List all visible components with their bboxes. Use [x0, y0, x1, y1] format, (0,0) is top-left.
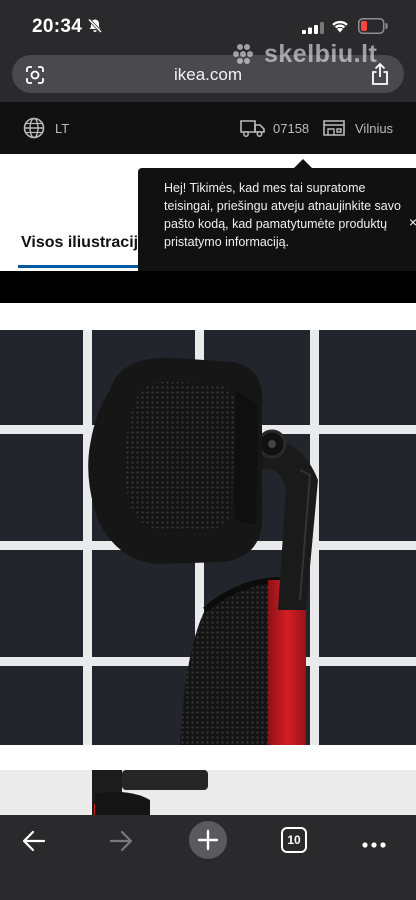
browser-toolbar: 10 [0, 815, 416, 900]
postal-code-tooltip: Hej! Tikimės, kad mes tai supratome teis… [138, 159, 416, 282]
new-tab-plus-icon[interactable] [188, 820, 228, 865]
watermark: skelbiu.lt [230, 40, 377, 69]
globe-icon[interactable] [23, 117, 45, 144]
tooltip-message: Hej! Tikimės, kad mes tai supratome teis… [164, 181, 401, 249]
image-top-margin [0, 303, 416, 330]
back-arrow-icon[interactable] [20, 827, 48, 860]
bell-slash-icon [87, 18, 103, 39]
wifi-icon [330, 18, 350, 38]
forward-arrow-icon [107, 827, 135, 860]
ikea-top-bar: LT 07158 Vilnius [0, 102, 416, 154]
postal-code[interactable]: 07158 [273, 121, 309, 136]
clock: 20:34 [32, 16, 83, 37]
tab-all-illustrations[interactable]: Visos iliustracijo [21, 234, 148, 252]
close-icon[interactable]: × [409, 214, 416, 230]
tabs-icon[interactable]: 10 [281, 827, 307, 853]
truck-icon[interactable] [240, 119, 266, 142]
more-icon[interactable] [361, 836, 387, 854]
store-icon[interactable] [322, 119, 346, 142]
language-selector[interactable]: LT [55, 121, 69, 136]
store-name[interactable]: Vilnius [355, 121, 393, 136]
product-image[interactable] [0, 330, 416, 745]
image-gap [0, 745, 416, 770]
separator-band [0, 271, 416, 303]
signal-icon [302, 21, 324, 39]
watermark-text: skelbiu.lt [264, 40, 378, 68]
active-tab-indicator [18, 265, 144, 268]
battery-low-icon [358, 18, 388, 39]
watermark-dots-icon [230, 42, 264, 68]
